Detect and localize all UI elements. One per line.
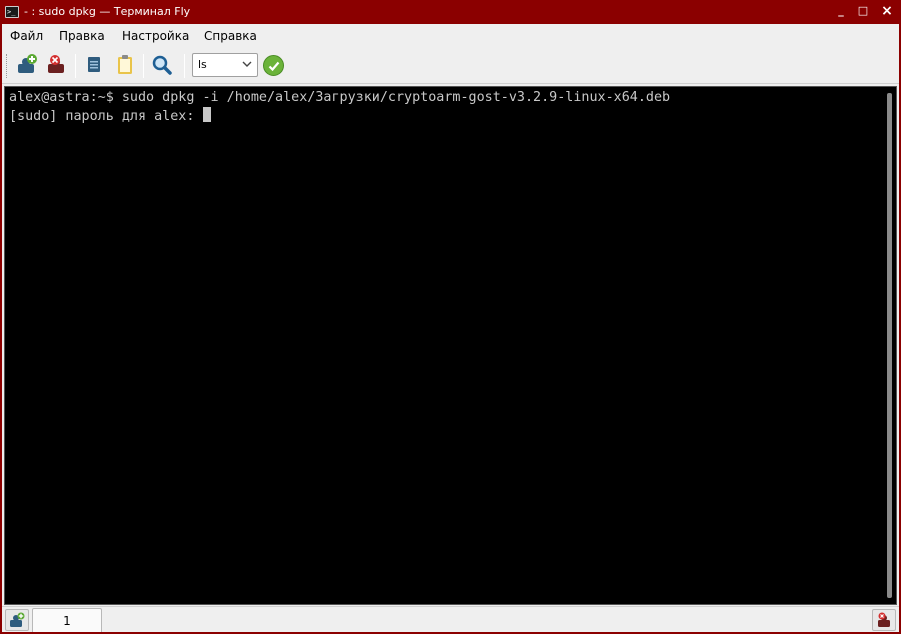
menu-file[interactable]: Файл	[10, 29, 43, 43]
run-command-button[interactable]	[263, 55, 284, 76]
copy-button[interactable]	[81, 52, 107, 78]
client-area: Файл Правка Настройка Справка ls alex@as…	[2, 24, 899, 632]
session-tab-bar: 1	[2, 606, 899, 632]
toolbar	[2, 48, 899, 84]
new-session-icon	[18, 54, 37, 73]
menu-help[interactable]: Справка	[204, 29, 257, 43]
tab-label: 1	[63, 614, 71, 628]
chevron-down-icon	[242, 61, 252, 67]
close-tab-button[interactable]	[872, 609, 896, 631]
maximize-button[interactable]: □	[856, 4, 870, 18]
toolbar-separator	[75, 54, 76, 78]
menu-edit[interactable]: Правка	[59, 29, 105, 43]
terminal-line: alex@astra:~$ sudo dpkg -i /home/alex/За…	[9, 90, 671, 105]
terminal-view[interactable]: alex@astra:~$ sudo dpkg -i /home/alex/За…	[4, 86, 897, 605]
new-tab-button[interactable]	[5, 609, 29, 631]
toolbar-handle[interactable]	[6, 54, 8, 78]
title-bar[interactable]: >_ - : sudo dpkg — Терминал Fly _ □ ×	[0, 0, 901, 24]
new-session-icon	[10, 612, 25, 627]
close-window-button[interactable]: ×	[880, 4, 894, 18]
new-session-button[interactable]	[14, 52, 40, 78]
checkmark-icon	[268, 61, 280, 72]
close-session-icon	[48, 55, 64, 73]
command-combo-value: ls	[198, 58, 207, 71]
copy-icon	[88, 57, 100, 72]
terminal-scrollbar[interactable]	[887, 93, 892, 598]
window-title: - : sudo dpkg — Терминал Fly	[24, 5, 191, 18]
search-button[interactable]	[149, 52, 175, 78]
menu-bar: Файл Правка Настройка Справка	[2, 24, 899, 48]
search-icon	[152, 55, 172, 75]
terminal-app-icon: >_	[5, 6, 19, 18]
paste-button[interactable]	[112, 52, 138, 78]
close-session-button[interactable]	[44, 52, 70, 78]
close-session-icon	[878, 612, 890, 627]
terminal-line: [sudo] пароль для alex:	[9, 109, 203, 124]
terminal-cursor	[203, 107, 212, 122]
terminal-window: >_ - : sudo dpkg — Терминал Fly _ □ × Фа…	[0, 0, 901, 634]
terminal-output: alex@astra:~$ sudo dpkg -i /home/alex/За…	[9, 89, 670, 126]
toolbar-separator	[143, 54, 144, 78]
tab-session-1[interactable]: 1	[32, 608, 102, 632]
minimize-button[interactable]: _	[834, 4, 848, 18]
toolbar-separator	[184, 54, 185, 78]
menu-settings[interactable]: Настройка	[122, 29, 189, 43]
command-combo[interactable]: ls	[192, 53, 258, 77]
paste-icon	[118, 55, 132, 74]
